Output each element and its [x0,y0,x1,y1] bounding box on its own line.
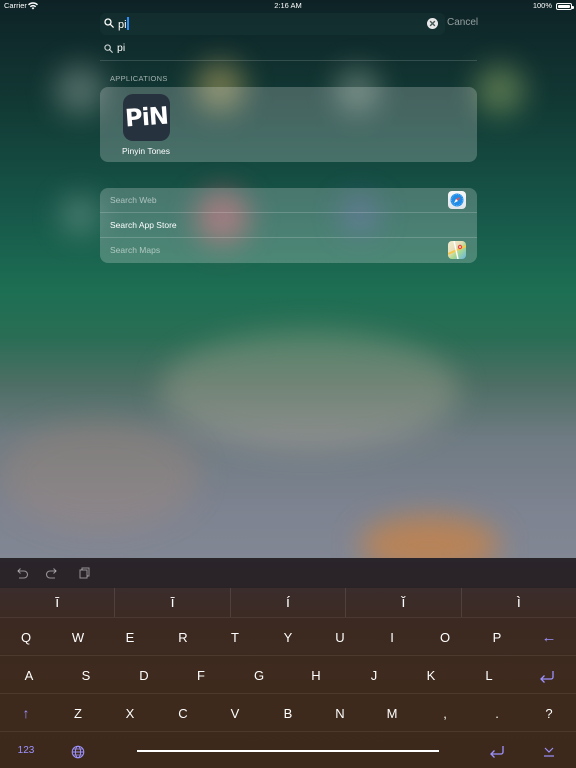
tone-key-1[interactable]: ī [0,588,114,617]
key-a[interactable]: A [9,657,49,694]
action-label: Search Web [110,195,157,205]
paste-icon[interactable] [77,566,91,580]
search-app-store-row[interactable]: Search App Store [100,213,477,238]
key-i[interactable]: I [372,619,412,656]
key-g[interactable]: G [239,657,279,694]
space-bar[interactable] [137,750,439,752]
cancel-button[interactable]: Cancel [447,17,478,28]
key-d[interactable]: D [124,657,164,694]
return-key-2[interactable] [477,732,517,768]
return-key[interactable] [527,657,567,694]
key-w[interactable]: W [58,619,98,656]
search-input[interactable]: pi [100,13,445,35]
search-query: pi [118,17,129,31]
section-header-applications: APPLICATIONS [110,74,168,83]
search-suggestion[interactable]: pi [100,38,477,61]
key-r[interactable]: R [163,619,203,656]
key-c[interactable]: C [163,695,203,732]
search-icon [104,18,114,28]
backspace-key[interactable]: ← [529,619,569,656]
safari-icon [448,191,466,209]
dismiss-keyboard-icon [544,747,554,757]
key-l[interactable]: L [469,657,509,694]
key-q[interactable]: Q [6,619,46,656]
undo-icon[interactable] [15,566,29,580]
app-pinyin-tones[interactable]: PiN Pinyin Tones [120,94,172,159]
tone-key-3[interactable]: í [229,588,345,617]
applications-panel: PiN Pinyin Tones [100,87,477,162]
key-m[interactable]: M [372,695,412,732]
key-row-1: Q W E R T Y U I O P ← [0,619,576,656]
redo-icon[interactable] [45,566,59,580]
close-icon [429,20,436,27]
dismiss-keyboard-key[interactable] [529,732,569,768]
return-icon [540,670,554,683]
key-period[interactable]: . [477,695,517,732]
key-t[interactable]: T [215,619,255,656]
tone-key-2[interactable]: ī [114,588,229,617]
search-web-row[interactable]: Search Web [100,188,477,213]
keyboard-toolbar [0,558,576,588]
tone-key-4[interactable]: ǐ [345,588,460,617]
action-label: Search App Store [110,220,177,230]
key-h[interactable]: H [296,657,336,694]
app-label: Pinyin Tones [121,146,171,156]
shift-key[interactable]: ↑ [6,695,46,732]
key-y[interactable]: Y [268,619,308,656]
tone-key-5[interactable]: ì [460,588,576,617]
globe-key[interactable] [58,732,98,768]
key-x[interactable]: X [110,695,150,732]
key-k[interactable]: K [411,657,451,694]
tone-key-row: ī ī í ǐ ì [0,588,576,618]
key-o[interactable]: O [425,619,465,656]
key-n[interactable]: N [320,695,360,732]
return-icon [490,745,504,758]
key-j[interactable]: J [354,657,394,694]
key-b[interactable]: B [268,695,308,732]
clock: 2:16 AM [274,1,302,10]
numbers-key[interactable]: 123 [6,732,46,768]
key-s[interactable]: S [66,657,106,694]
key-row-4: 123 [0,732,576,768]
key-e[interactable]: E [110,619,150,656]
status-bar: Carrier 2:16 AM 100% [0,0,576,12]
battery-percent: 100% [532,1,552,10]
action-label: Search Maps [110,245,161,255]
suggestion-text: pi [117,42,126,54]
clear-search-button[interactable] [427,18,438,29]
key-row-2: A S D F G H J K L [0,657,576,694]
key-v[interactable]: V [215,695,255,732]
search-icon [104,44,113,53]
maps-icon [448,241,466,259]
key-f[interactable]: F [181,657,221,694]
key-p[interactable]: P [477,619,517,656]
text-caret [127,17,129,30]
keyboard: ī ī í ǐ ì Q W E R T Y U I O P ← A S D F … [0,558,576,768]
key-question[interactable]: ? [529,695,569,732]
search-maps-row[interactable]: Search Maps [100,238,477,263]
search-actions-panel: Search Web Search App Store Search Maps [100,188,477,263]
key-comma[interactable]: , [425,695,465,732]
key-z[interactable]: Z [58,695,98,732]
key-u[interactable]: U [320,619,360,656]
pinyin-tones-app-icon: PiN [123,94,170,141]
globe-icon [71,745,85,758]
key-row-3: ↑ Z X C V B N M , . ? [0,695,576,732]
battery-icon [556,3,574,10]
